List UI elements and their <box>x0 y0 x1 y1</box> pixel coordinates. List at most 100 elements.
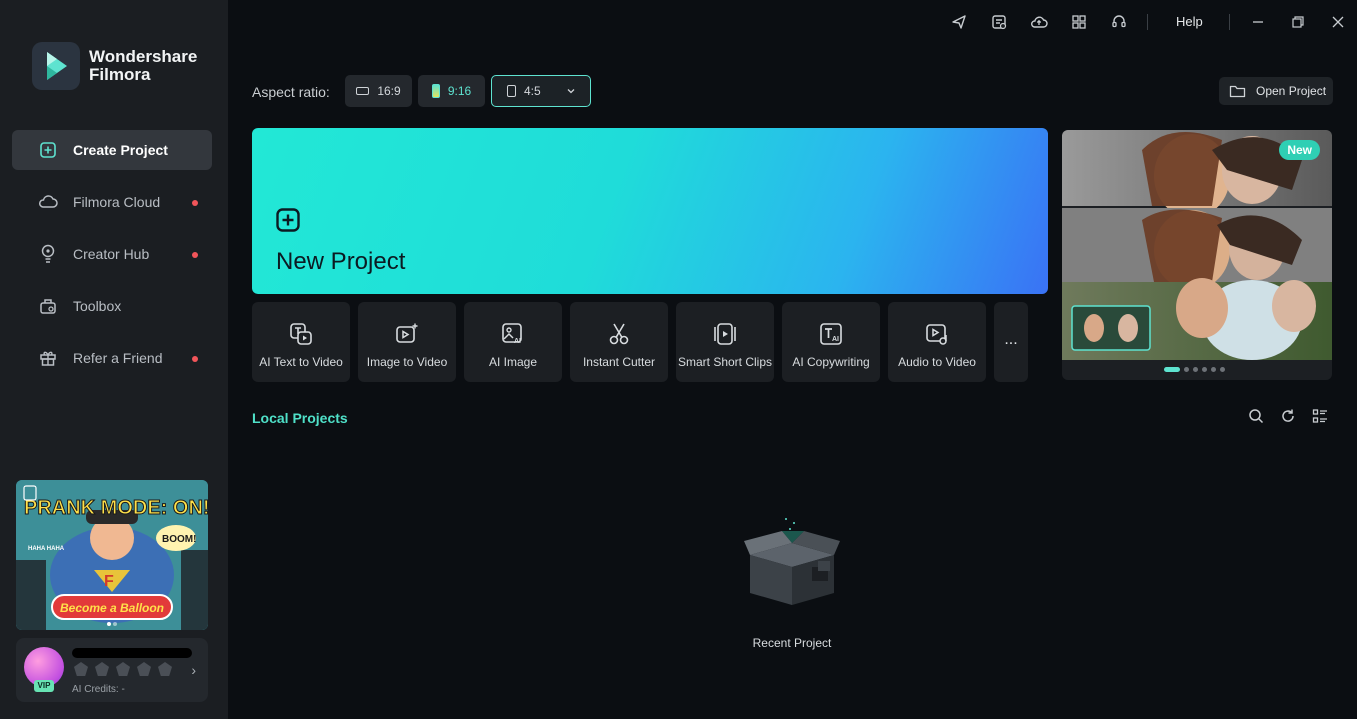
promo-bubble-boom: BOOM! <box>162 534 196 545</box>
separator <box>1147 14 1148 30</box>
tool-image-to-video[interactable]: Image to Video <box>358 302 456 382</box>
help-menu[interactable]: Help <box>1176 14 1203 29</box>
svg-text:AI: AI <box>514 338 521 345</box>
carousel-dot[interactable] <box>1220 367 1225 372</box>
cloud-upload-icon[interactable] <box>1030 13 1048 31</box>
portrait-icon <box>507 85 516 97</box>
ai-copywriting-icon: AI <box>819 322 843 346</box>
separator <box>1229 14 1230 30</box>
open-project-button[interactable]: Open Project <box>1219 77 1333 105</box>
tool-label: Instant Cutter <box>582 355 656 369</box>
recent-project-label: Recent Project <box>752 636 832 650</box>
feature-carousel[interactable]: New <box>1062 130 1332 380</box>
promo-bubble-haha: HAHA HAHA <box>28 546 65 552</box>
sidebar-item-label: Creator Hub <box>73 246 150 262</box>
promo-cta: Become a Balloon <box>60 601 164 615</box>
empty-box-icon <box>742 515 842 610</box>
chevron-down-icon <box>566 85 576 99</box>
tasks-icon[interactable] <box>990 13 1008 31</box>
promo-headline: PRANK MODE: ON! <box>24 497 208 519</box>
minimize-icon[interactable] <box>1249 13 1267 31</box>
more-tools-button[interactable]: ... <box>994 302 1028 382</box>
portrait-icon <box>431 84 440 98</box>
promo-banner[interactable]: F PRANK MODE: ON! BOOM! HAHA HAHA Become… <box>16 480 208 630</box>
tool-smart-short-clips[interactable]: Smart Short Clips <box>676 302 774 382</box>
badge-icon <box>158 662 172 676</box>
svg-text:AI: AI <box>832 336 839 343</box>
image-to-video-icon <box>395 322 419 346</box>
sidebar-item-label: Toolbox <box>73 298 122 314</box>
tool-ai-image[interactable]: AI AI Image <box>464 302 562 382</box>
list-view-icon[interactable] <box>1312 408 1330 426</box>
notification-dot <box>192 200 198 206</box>
plus-square-icon <box>38 140 58 160</box>
carousel-dot[interactable] <box>1164 367 1180 372</box>
carousel-image <box>1062 130 1332 360</box>
tool-label: AI Copywriting <box>792 355 870 369</box>
aspect-9-16-button[interactable]: 9:16 <box>418 75 485 107</box>
carousel-dot[interactable] <box>1193 367 1198 372</box>
restore-icon[interactable] <box>1289 13 1307 31</box>
plus-square-icon <box>276 208 300 232</box>
account-name-redacted <box>72 648 192 658</box>
new-project-card[interactable]: New Project <box>252 128 1048 294</box>
tool-instant-cutter[interactable]: Instant Cutter <box>570 302 668 382</box>
sidebar-item-label: Create Project <box>73 142 168 158</box>
badge-icon <box>74 662 88 676</box>
refresh-icon[interactable] <box>1280 408 1298 426</box>
filmora-app: Wondershare Filmora Create Project Filmo… <box>0 0 1357 719</box>
grid-icon[interactable] <box>1070 13 1088 31</box>
text-to-video-icon <box>289 322 313 346</box>
new-project-title: New Project <box>276 248 406 275</box>
tool-label: AI Image <box>488 355 538 369</box>
ai-credits: AI Credits: - <box>72 684 125 695</box>
aspect-option-label: 9:16 <box>447 84 472 98</box>
sidebar-item-label: Refer a Friend <box>73 350 163 366</box>
toolbox-icon <box>38 296 58 316</box>
brand-name: Wondershare Filmora <box>89 48 197 84</box>
svg-text:F: F <box>104 573 114 590</box>
scissors-icon <box>607 322 631 346</box>
carousel-dots <box>1164 367 1225 372</box>
close-icon[interactable] <box>1329 13 1347 31</box>
aspect-16-9-button[interactable]: 16:9 <box>345 75 412 107</box>
sidebar-item-label: Filmora Cloud <box>73 194 161 210</box>
ai-image-icon: AI <box>501 322 525 346</box>
tool-label: AI Text to Video <box>259 355 343 369</box>
tool-audio-to-video[interactable]: Audio to Video <box>888 302 986 382</box>
sidebar-item-toolbox[interactable]: Toolbox <box>12 286 212 326</box>
chevron-right-icon[interactable]: › <box>191 662 196 678</box>
new-badge: New <box>1279 140 1320 160</box>
carousel-dot[interactable] <box>1211 367 1216 372</box>
sidebar-item-filmora-cloud[interactable]: Filmora Cloud <box>12 182 212 222</box>
notification-dot <box>192 252 198 258</box>
sidebar: Wondershare Filmora Create Project Filmo… <box>0 0 228 719</box>
aspect-4-5-dropdown[interactable]: 4:5 <box>491 75 591 107</box>
account-badges <box>74 662 172 676</box>
open-project-label: Open Project <box>1256 84 1327 98</box>
aspect-ratio-label: Aspect ratio: <box>252 84 330 100</box>
badge-icon <box>137 662 151 676</box>
sidebar-item-create-project[interactable]: Create Project <box>12 130 212 170</box>
account-panel[interactable]: VIP › AI Credits: - <box>16 638 208 702</box>
title-bar: Help <box>228 0 1357 44</box>
tool-ai-copywriting[interactable]: AI AI Copywriting <box>782 302 880 382</box>
sidebar-item-refer-a-friend[interactable]: Refer a Friend <box>12 338 212 378</box>
carousel-dot[interactable] <box>1202 367 1207 372</box>
send-icon[interactable] <box>950 13 968 31</box>
cloud-icon <box>38 192 58 212</box>
tool-label: Image to Video <box>366 355 448 369</box>
search-icon[interactable] <box>1248 408 1266 426</box>
headset-icon[interactable] <box>1110 13 1128 31</box>
aspect-option-label: 4:5 <box>524 84 541 98</box>
landscape-icon <box>356 87 370 95</box>
gift-icon <box>38 348 58 368</box>
sidebar-item-creator-hub[interactable]: Creator Hub <box>12 234 212 274</box>
brand-line1: Wondershare <box>89 47 198 66</box>
brand: Wondershare Filmora <box>32 42 197 90</box>
tool-ai-text-to-video[interactable]: AI Text to Video <box>252 302 350 382</box>
badge-icon <box>116 662 130 676</box>
carousel-dot[interactable] <box>1184 367 1189 372</box>
brand-line2: Filmora <box>89 65 151 84</box>
vip-badge: VIP <box>34 680 54 692</box>
